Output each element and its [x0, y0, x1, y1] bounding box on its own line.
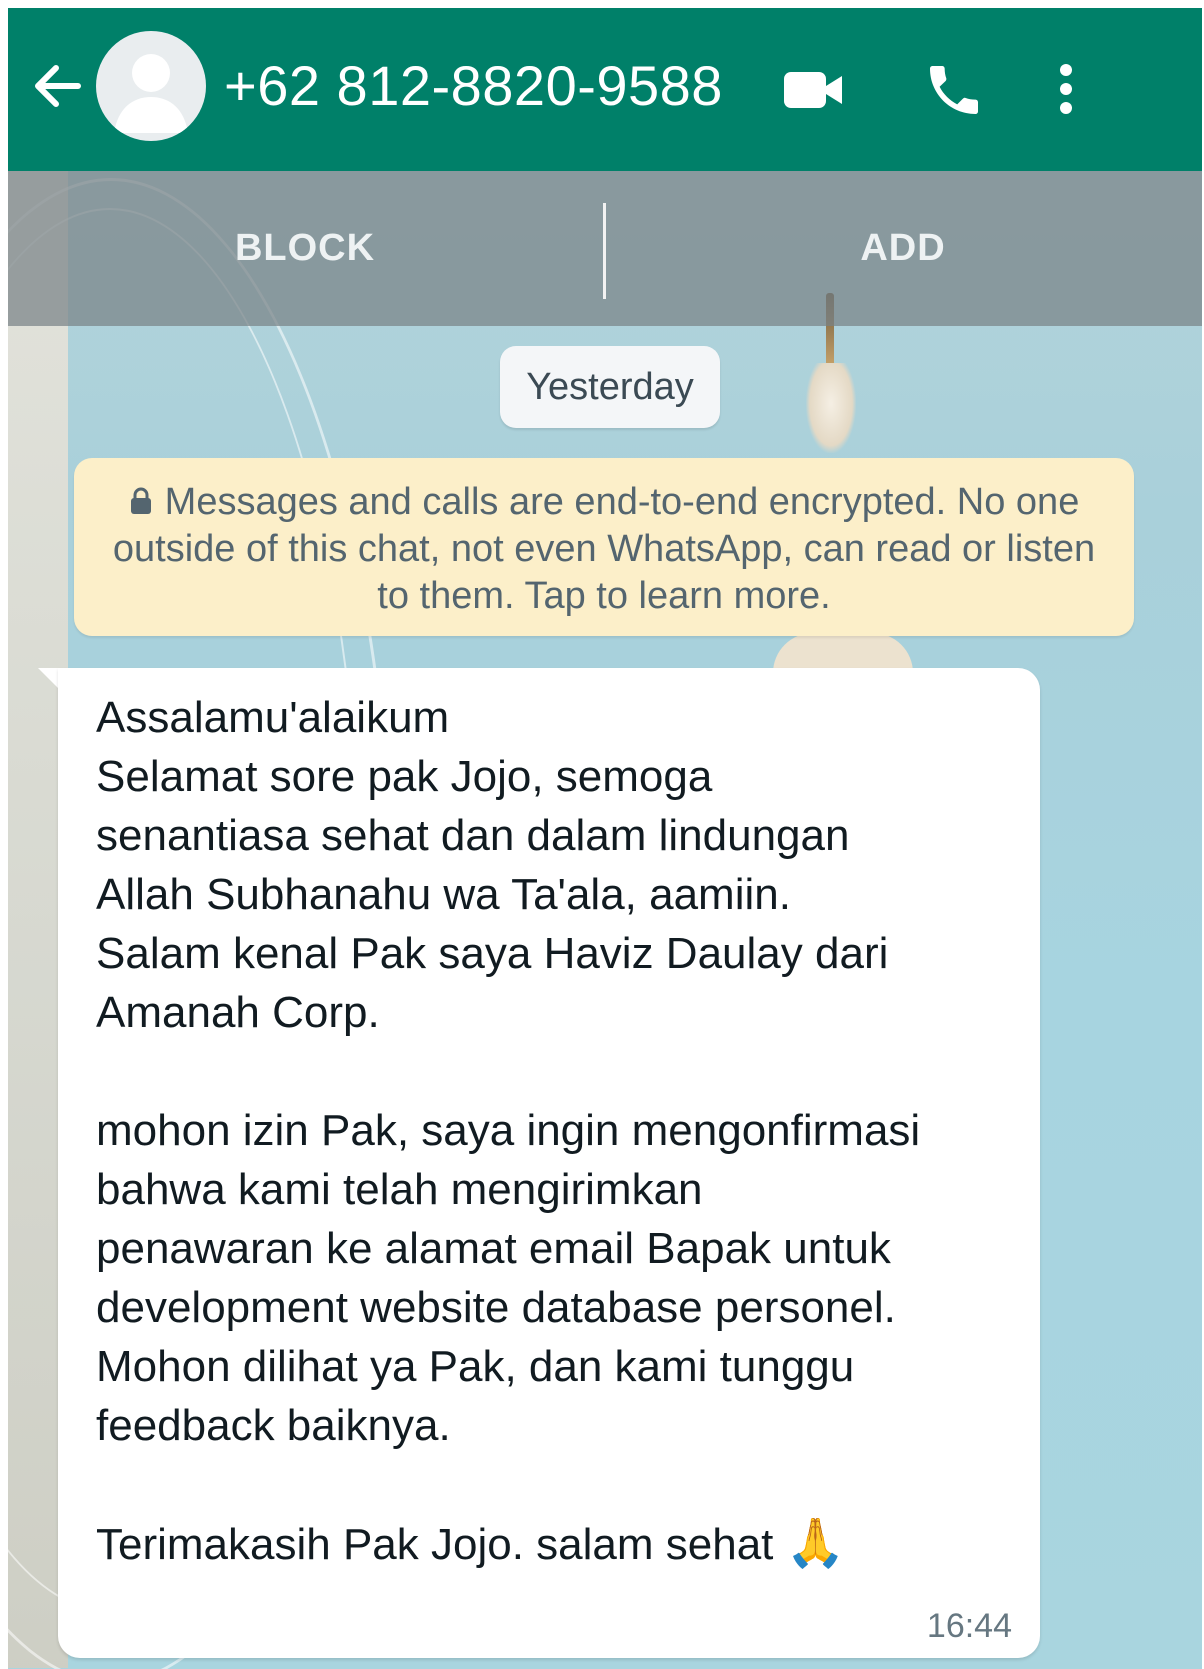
- wallpaper-minaret: [806, 363, 856, 453]
- back-button[interactable]: [28, 56, 88, 116]
- video-call-button[interactable]: [782, 58, 846, 122]
- voice-call-button[interactable]: [922, 58, 986, 122]
- incoming-message[interactable]: Assalamu'alaikum Selamat sore pak Jojo, …: [58, 668, 1040, 1658]
- message-body: Assalamu'alaikum Selamat sore pak Jojo, …: [96, 688, 1026, 1574]
- date-chip: Yesterday: [500, 346, 720, 428]
- default-avatar-icon: [114, 54, 188, 133]
- chat-header: +62 812-8820-9588: [8, 8, 1202, 171]
- message-timestamp: 16:44: [926, 1607, 1012, 1645]
- unknown-contact-actions: BLOCK ADD: [8, 171, 1202, 326]
- lock-icon: [130, 487, 151, 514]
- arrow-left-icon: [35, 65, 81, 107]
- video-camera-icon: [784, 72, 842, 108]
- block-button[interactable]: BLOCK: [8, 171, 602, 326]
- wallpaper-dome: [773, 633, 913, 673]
- message-text: Assalamu'alaikum Selamat sore pak Jojo, …: [96, 693, 921, 1569]
- screenshot-frame: +62 812-8820-9588 BLOCK ADD Yesterday Me…: [0, 0, 1204, 1669]
- encryption-notice[interactable]: Messages and calls are end-to-end encryp…: [74, 458, 1134, 636]
- avatar[interactable]: [96, 31, 206, 141]
- more-options-button[interactable]: [1046, 58, 1086, 122]
- add-contact-button[interactable]: ADD: [606, 171, 1200, 326]
- more-vertical-icon: [1060, 64, 1072, 114]
- encryption-notice-text: Messages and calls are end-to-end encryp…: [112, 481, 1096, 617]
- folded-hands-emoji: 🙏: [785, 1517, 846, 1570]
- contact-title[interactable]: +62 812-8820-9588: [224, 54, 723, 118]
- phone-icon: [930, 66, 978, 114]
- chat-screen: +62 812-8820-9588 BLOCK ADD Yesterday Me…: [8, 8, 1202, 1669]
